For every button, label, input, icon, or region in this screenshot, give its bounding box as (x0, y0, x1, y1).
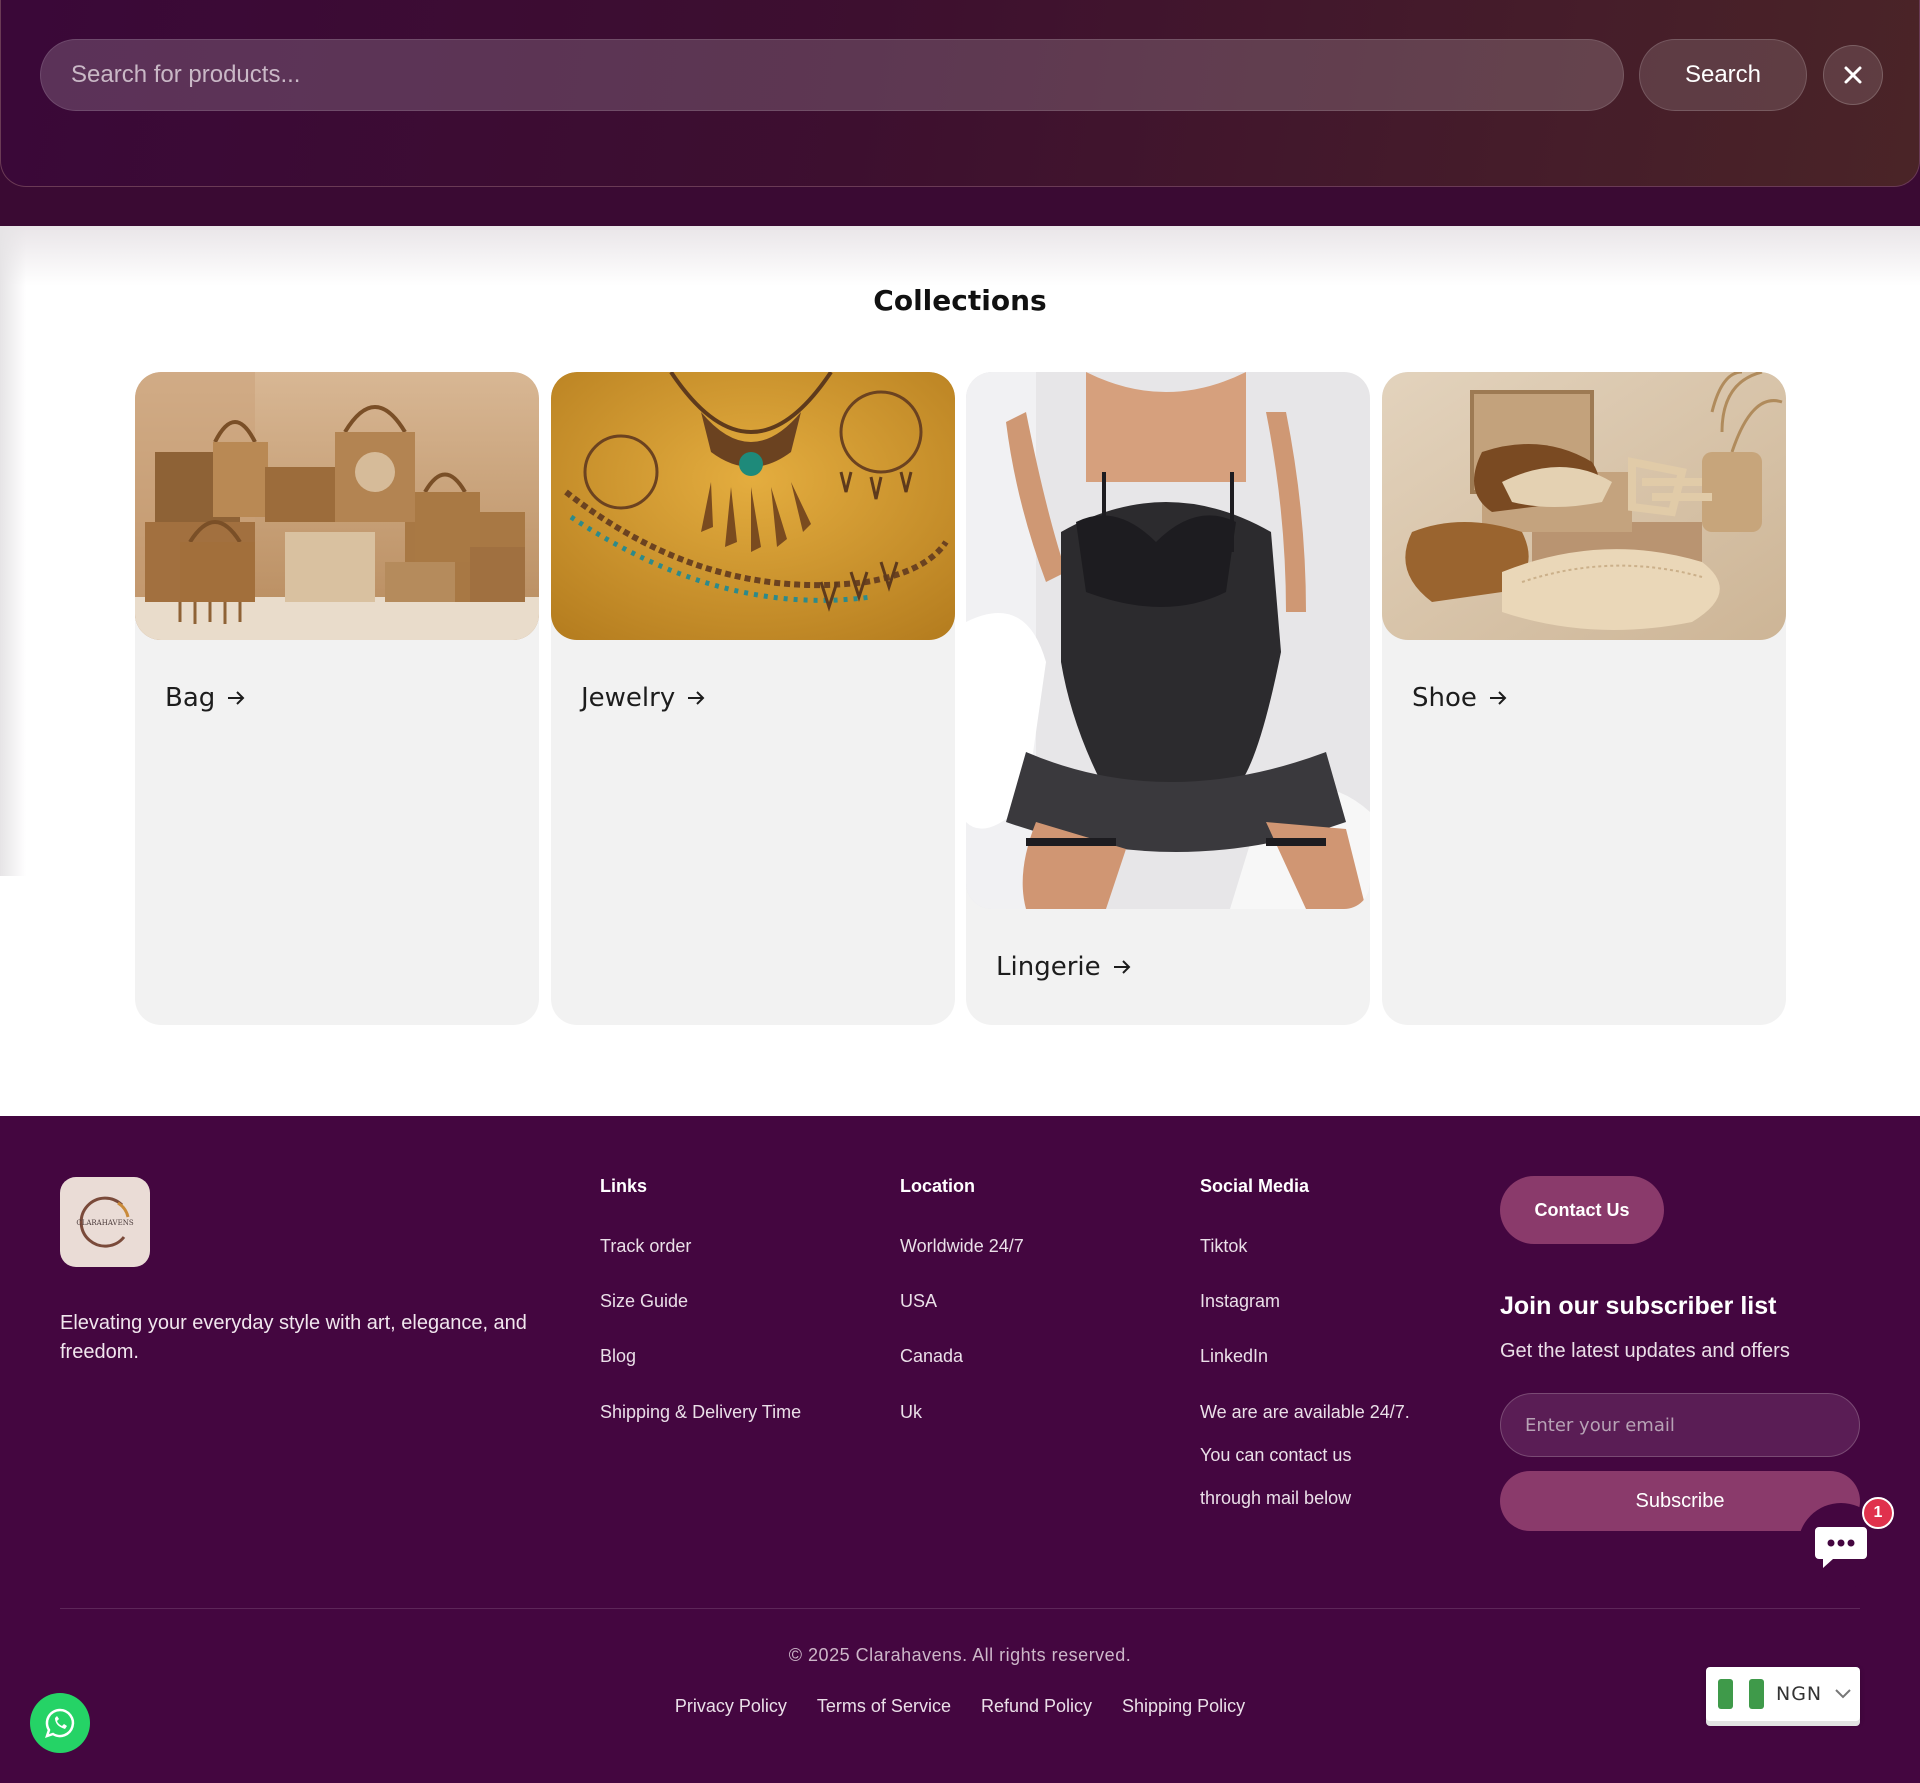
currency-code: NGN (1776, 1683, 1823, 1705)
brand-logo[interactable]: CLARAHAVENS (60, 1177, 150, 1267)
location-item: Uk (900, 1402, 922, 1422)
nigeria-flag-icon (1718, 1679, 1764, 1709)
chevron-down-icon (1835, 1689, 1851, 1699)
location-heading: Location (900, 1176, 975, 1196)
policy-links: Privacy Policy Terms of Service Refund P… (0, 1696, 1920, 1717)
whatsapp-button[interactable] (30, 1693, 90, 1753)
footer-link-size-guide[interactable]: Size Guide (600, 1291, 688, 1312)
search-input[interactable] (40, 39, 1624, 111)
social-link-instagram[interactable]: Instagram (1200, 1291, 1280, 1312)
currency-selector[interactable]: NGN (1706, 1667, 1860, 1721)
logo-mark: CLARAHAVENS (76, 1196, 134, 1248)
logo-text: CLARAHAVENS (76, 1219, 133, 1227)
contact-us-button[interactable]: Contact Us (1500, 1176, 1664, 1244)
collection-card-bag[interactable]: Bag (135, 372, 539, 1025)
footer-tagline: Elevating your everyday style with art, … (60, 1312, 527, 1363)
content-shade (0, 226, 1920, 286)
arrow-right-icon (228, 691, 245, 705)
close-icon (1844, 66, 1862, 84)
links-heading: Links (600, 1176, 648, 1196)
shoe-collection-image (1382, 372, 1786, 640)
copyright-text: © 2025 Clarahavens. All rights reserved. (788, 1645, 1132, 1665)
collection-card-jewelry[interactable]: Jewelry (551, 372, 955, 1025)
collection-label-shoe: Shoe (1412, 683, 1509, 713)
footer-link-blog[interactable]: Blog (600, 1346, 636, 1367)
site-footer: CLARAHAVENS Elevating your everyday styl… (0, 1116, 1920, 1783)
subscriber-title: Join our subscriber list (1500, 1292, 1777, 1320)
close-search-button[interactable] (1823, 45, 1883, 105)
location-item: USA (900, 1291, 938, 1311)
collection-name: Shoe (1412, 683, 1477, 713)
availability-text: You can contact us (1200, 1445, 1352, 1465)
chat-notification-badge: 1 (1862, 1497, 1894, 1529)
arrow-right-icon (1489, 691, 1507, 705)
privacy-policy-link[interactable]: Privacy Policy (675, 1696, 787, 1717)
collections-title: Collections (873, 284, 1047, 317)
jewelry-collection-image (551, 372, 955, 640)
arrow-right-icon (1113, 960, 1131, 974)
collection-name: Jewelry (581, 683, 676, 713)
collection-card-shoe[interactable]: Shoe (1382, 372, 1786, 1025)
shipping-policy-link[interactable]: Shipping Policy (1122, 1696, 1245, 1717)
collection-card-lingerie[interactable]: Lingerie (966, 372, 1370, 1025)
whatsapp-icon (45, 1708, 75, 1738)
social-link-linkedin[interactable]: LinkedIn (1200, 1346, 1268, 1367)
collection-label-lingerie: Lingerie (996, 952, 1133, 982)
collection-label-bag: Bag (165, 683, 247, 713)
social-heading: Social Media (1200, 1176, 1310, 1196)
terms-of-service-link[interactable]: Terms of Service (817, 1696, 951, 1717)
social-link-tiktok[interactable]: Tiktok (1200, 1236, 1247, 1257)
footer-link-track-order[interactable]: Track order (600, 1236, 691, 1257)
left-shade (0, 226, 26, 876)
subscriber-subtitle: Get the latest updates and offers (1500, 1340, 1790, 1362)
chat-bubble-icon (1815, 1527, 1867, 1568)
collection-name: Lingerie (996, 952, 1101, 982)
collection-label-jewelry: Jewelry (581, 683, 707, 713)
email-field[interactable] (1500, 1393, 1860, 1457)
location-item: Canada (900, 1346, 964, 1366)
availability-text: through mail below (1200, 1488, 1352, 1508)
collection-name: Bag (165, 683, 216, 713)
location-item: Worldwide 24/7 (900, 1236, 1024, 1256)
availability-text: We are are available 24/7. (1200, 1402, 1410, 1422)
search-button[interactable]: Search (1639, 39, 1807, 111)
arrow-right-icon (688, 691, 705, 705)
search-panel: Search (0, 0, 1920, 187)
footer-link-shipping[interactable]: Shipping & Delivery Time (600, 1402, 801, 1423)
bag-collection-image (135, 372, 539, 640)
lingerie-collection-image (966, 372, 1370, 909)
refund-policy-link[interactable]: Refund Policy (981, 1696, 1092, 1717)
footer-divider (60, 1608, 1860, 1609)
